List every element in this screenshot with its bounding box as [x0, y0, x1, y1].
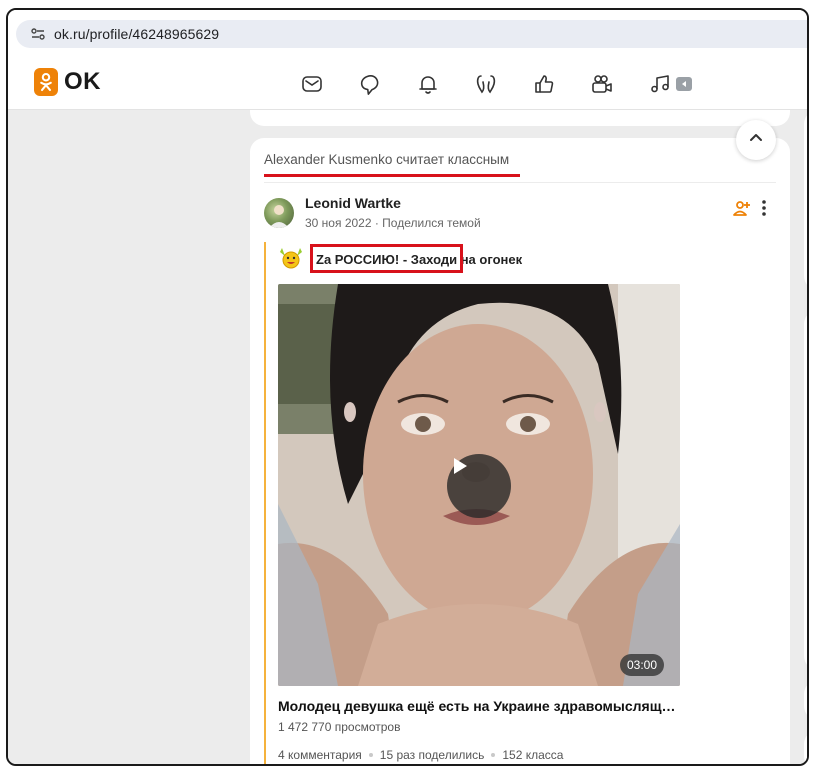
guests-icon[interactable] — [474, 72, 498, 96]
divider — [264, 182, 776, 183]
highlight-underline — [264, 174, 520, 177]
messages-icon[interactable] — [300, 72, 324, 96]
ok-logo[interactable]: OK — [34, 68, 101, 96]
video-title[interactable]: Молодец девушка ещё есть на Украине здра… — [278, 698, 676, 714]
feed-post-card: Alexander Kusmenko считает классным Leon… — [250, 138, 790, 764]
likes-icon[interactable] — [532, 72, 556, 96]
add-friend-icon[interactable] — [732, 198, 752, 218]
notifications-icon[interactable] — [416, 72, 440, 96]
chevron-up-icon — [748, 130, 764, 151]
browser-window: ok.ru/profile/46248965629 OK Alexander K… — [6, 8, 809, 766]
likes-count[interactable]: 152 класса — [502, 748, 563, 762]
video-player[interactable]: 03:00 — [278, 284, 680, 686]
music-icon[interactable] — [648, 72, 672, 96]
side-widget — [804, 310, 807, 670]
activity-header[interactable]: Alexander Kusmenko считает классным — [264, 152, 509, 167]
more-icon[interactable] — [672, 72, 696, 96]
ok-logo-icon — [34, 68, 58, 96]
top-navigation: OK — [8, 58, 807, 110]
separator-dot — [491, 753, 496, 757]
shares-count[interactable]: 15 раз поделились — [380, 748, 485, 762]
post-menu-icon[interactable] — [758, 198, 770, 218]
play-button[interactable] — [447, 454, 511, 518]
logo-text: OK — [64, 68, 101, 95]
comments-count[interactable]: 4 комментария — [278, 748, 362, 762]
previous-feed-card — [250, 110, 790, 126]
url-text: ok.ru/profile/46248965629 — [54, 26, 220, 42]
author-name[interactable]: Leonid Wartke — [305, 195, 401, 211]
highlight-box — [310, 244, 463, 273]
avatar[interactable] — [264, 198, 294, 228]
feed-area: Alexander Kusmenko считает классным Leon… — [8, 110, 807, 764]
post-meta: 30 ноя 2022 · Поделился темой — [305, 216, 481, 230]
scroll-to-top-button[interactable] — [736, 120, 776, 160]
view-count: 1 472 770 просмотров — [278, 720, 401, 734]
shared-topic-bar — [264, 242, 266, 764]
discussions-icon[interactable] — [358, 72, 382, 96]
url-field[interactable]: ok.ru/profile/46248965629 — [16, 20, 807, 48]
side-widget — [804, 680, 807, 720]
separator-dot — [368, 753, 373, 757]
group-emoji-icon — [278, 246, 304, 270]
address-bar: ok.ru/profile/46248965629 — [8, 10, 807, 58]
video-duration: 03:00 — [619, 654, 664, 676]
video-icon[interactable] — [590, 72, 614, 96]
side-widget — [804, 110, 807, 290]
site-settings-icon[interactable] — [30, 26, 46, 42]
post-stats: 4 комментария 15 раз поделились 152 клас… — [278, 748, 563, 762]
side-widget — [804, 730, 807, 764]
